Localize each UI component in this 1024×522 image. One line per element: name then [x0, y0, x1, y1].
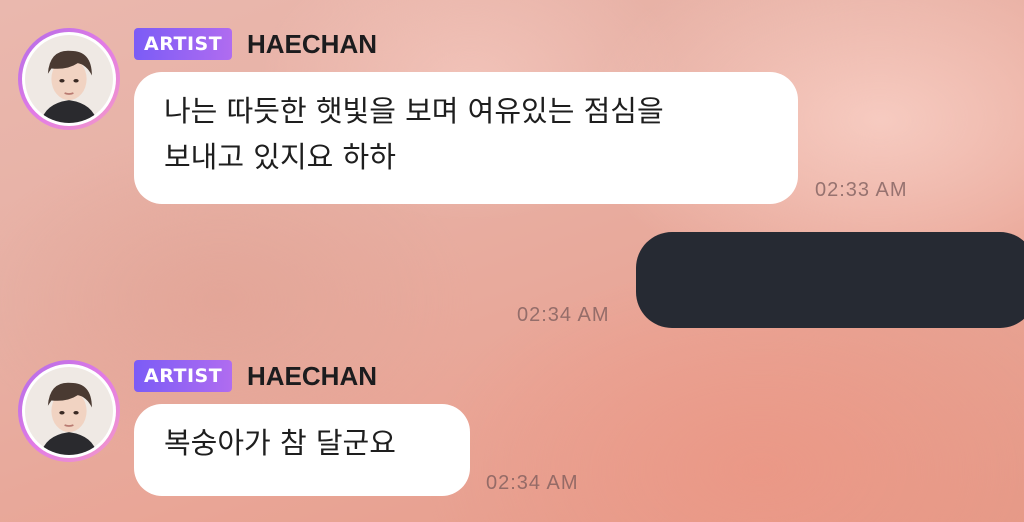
artist-avatar[interactable]: [18, 360, 120, 462]
artist-badge: ARTIST: [134, 28, 233, 60]
artist-badge: ARTIST: [134, 360, 233, 392]
message-text: 복숭아가 참 달군요: [164, 426, 396, 460]
message-text-line: 보내고 있지요 하하: [164, 140, 396, 174]
my-message-bubble[interactable]: [636, 232, 1024, 328]
message-bubble[interactable]: 복숭아가 참 달군요: [134, 404, 470, 496]
message-text-line: 나는 따듯한 햇빛을 보며 여유있는 점심을: [164, 94, 664, 128]
message-timestamp: 02:33 AM: [815, 179, 908, 201]
sender-name[interactable]: HAECHAN: [247, 28, 377, 60]
message-timestamp: 02:34 AM: [517, 304, 610, 326]
sender-name[interactable]: HAECHAN: [247, 360, 377, 392]
avatar-photo: [25, 367, 113, 455]
artist-avatar[interactable]: [18, 28, 120, 130]
avatar-photo: [25, 35, 113, 123]
message-bubble[interactable]: 나는 따듯한 햇빛을 보며 여유있는 점심을 보내고 있지요 하하: [134, 72, 798, 204]
message-timestamp: 02:34 AM: [486, 472, 579, 494]
